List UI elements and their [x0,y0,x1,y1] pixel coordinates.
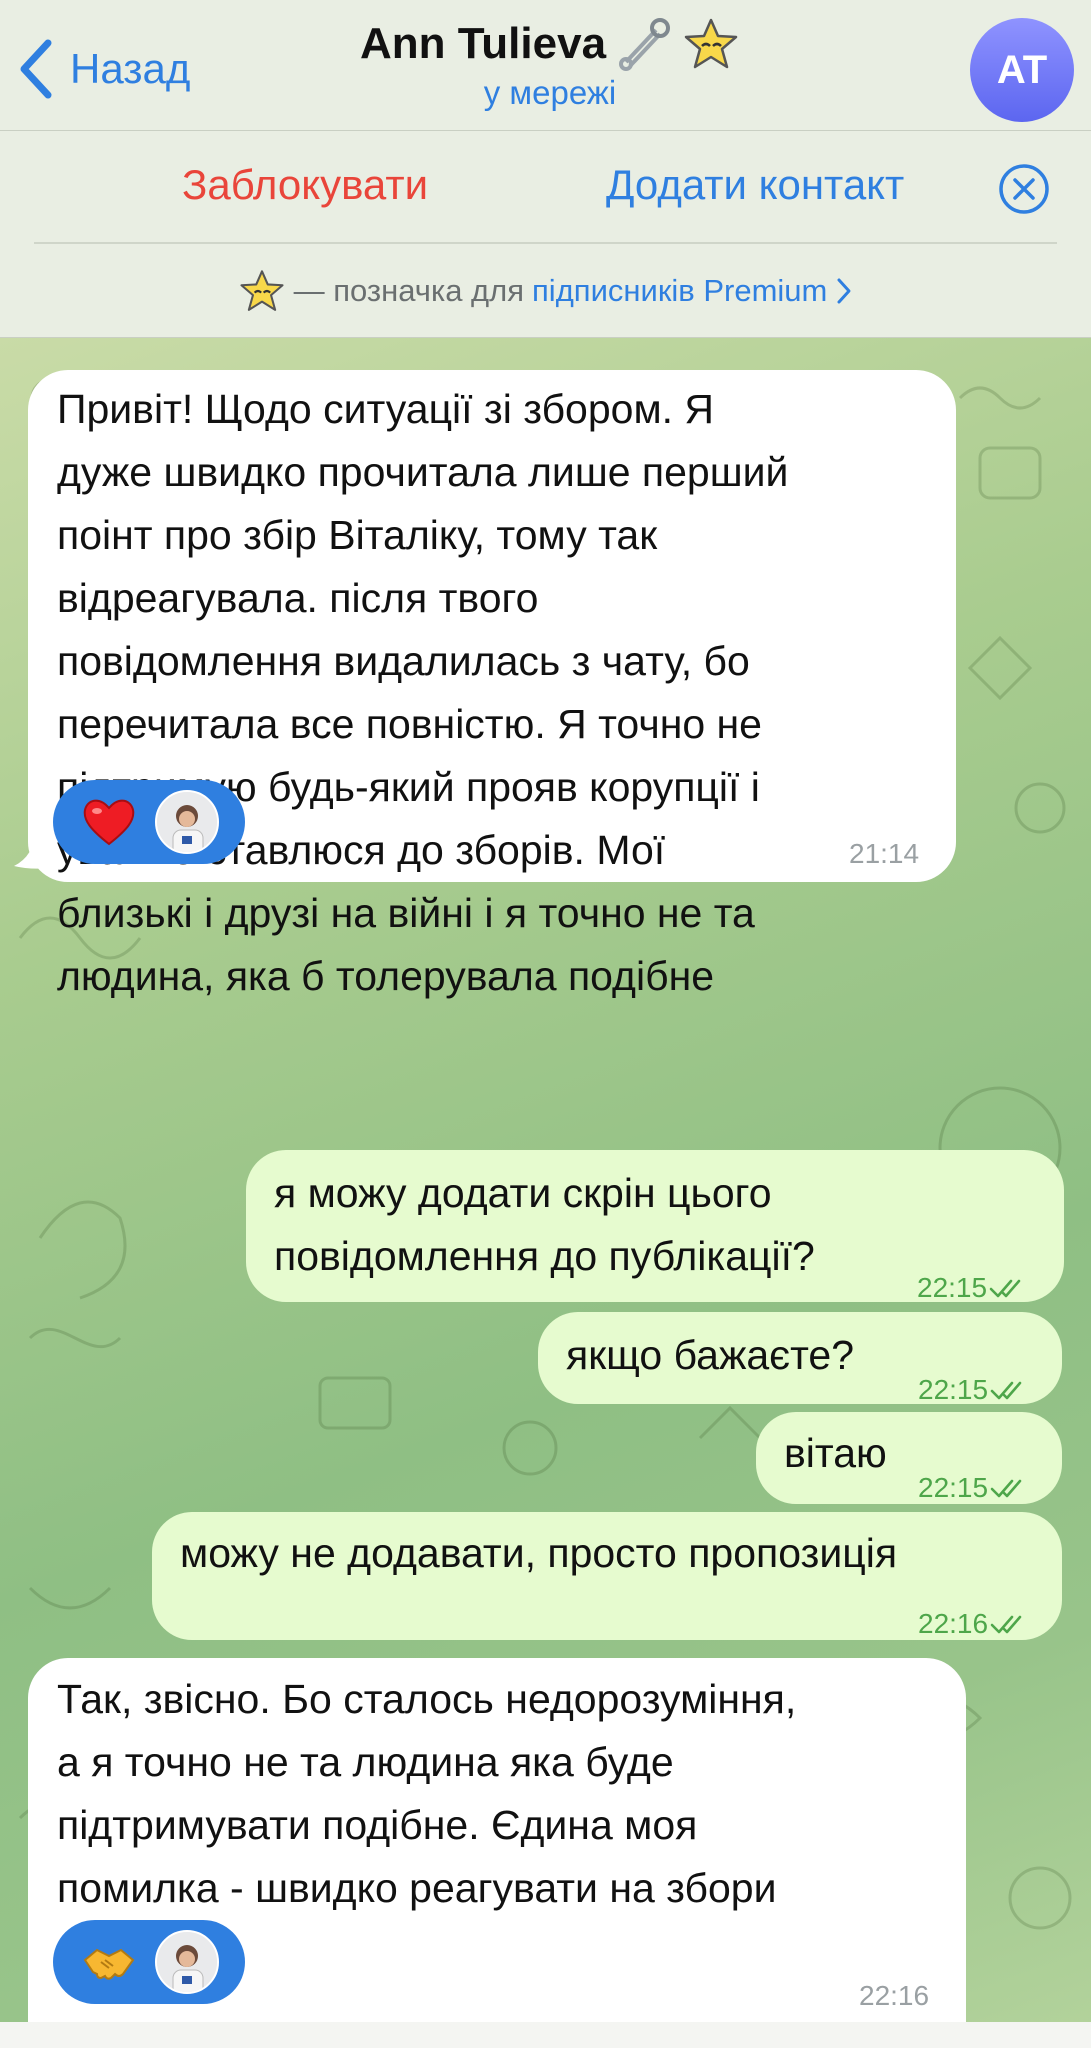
premium-badge-note[interactable]: — позначка для підписників Premium [0,244,1091,338]
message-time: 22:16 [859,1980,930,2011]
message-status: 22:15 [917,1256,1027,1319]
message-text: я можу додати скрін цього повідомлення д… [274,1170,815,1279]
contact-title-area[interactable]: Ann Tulieva у мережі [300,16,800,112]
safety-pin-icon [619,18,671,71]
back-label: Назад [70,45,191,92]
message-time: 22:15 [918,1472,989,1503]
premium-link[interactable]: підписників Premium [532,273,827,309]
message-text: якщо бажаєте? [566,1332,855,1378]
heart-icon [83,799,135,846]
double-check-icon [990,1381,1022,1399]
contact-avatar[interactable]: AT [970,18,1074,122]
input-bar-edge [0,2022,1091,2048]
message-text: можу не додавати, просто пропозиція [180,1530,898,1576]
add-contact-button[interactable]: Додати контакт [606,161,904,209]
message-outgoing[interactable]: вітаю 22:15 [756,1412,1062,1504]
unknown-contact-actions: Заблокувати Додати контакт [0,131,1091,243]
message-text: вітаю [784,1430,887,1476]
contact-status: у мережі [483,74,617,111]
message-time: 22:15 [917,1272,988,1303]
message-outgoing[interactable]: я можу додати скрін цього повідомлення д… [246,1150,1064,1303]
close-icon[interactable] [998,163,1050,215]
chat-messages-area[interactable]: Привіт! Щодо ситуації зі збором. Я дуже … [0,338,1091,2048]
message-outgoing[interactable]: якщо бажаєте? 22:15 [538,1312,1062,1405]
message-status: 22:15 [918,1456,1028,1519]
handshake-icon [83,1948,135,1980]
message-time: 21:14 [849,838,920,869]
back-button[interactable]: Назад [18,34,190,104]
message-reactions[interactable] [53,780,245,864]
double-check-icon [990,1479,1022,1497]
chat-header: Назад Ann Tulieva у мережі AT [0,0,1091,131]
avatar-initials: AT [996,47,1048,92]
double-check-icon [989,1279,1021,1297]
message-reactions[interactable] [53,1920,245,2004]
premium-star-icon [684,18,738,69]
message-status: 22:16 [918,1592,1028,1655]
message-outgoing[interactable]: можу не додавати, просто пропозиція 22:1… [152,1512,1062,1640]
message-time: 22:16 [918,1608,989,1639]
premium-note-text: — позначка для [293,272,525,308]
message-incoming[interactable]: Так, звісно. Бо сталось недорозуміння, а… [28,1658,966,2048]
message-incoming[interactable]: Привіт! Щодо ситуації зі збором. Я дуже … [28,370,956,999]
chevron-right-icon [837,278,851,303]
premium-star-icon [240,269,284,311]
chevron-left-icon [20,39,52,99]
block-button[interactable]: Заблокувати [182,161,428,209]
message-text: Так, звісно. Бо сталось недорозуміння, а… [57,1676,797,1911]
contact-name: Ann Tulieva [359,19,607,68]
reactor-avatar [155,790,219,854]
double-check-icon [990,1615,1022,1633]
message-text: Привіт! Щодо ситуації зі збором. Я дуже … [57,386,789,999]
reactor-avatar [155,1930,219,1994]
